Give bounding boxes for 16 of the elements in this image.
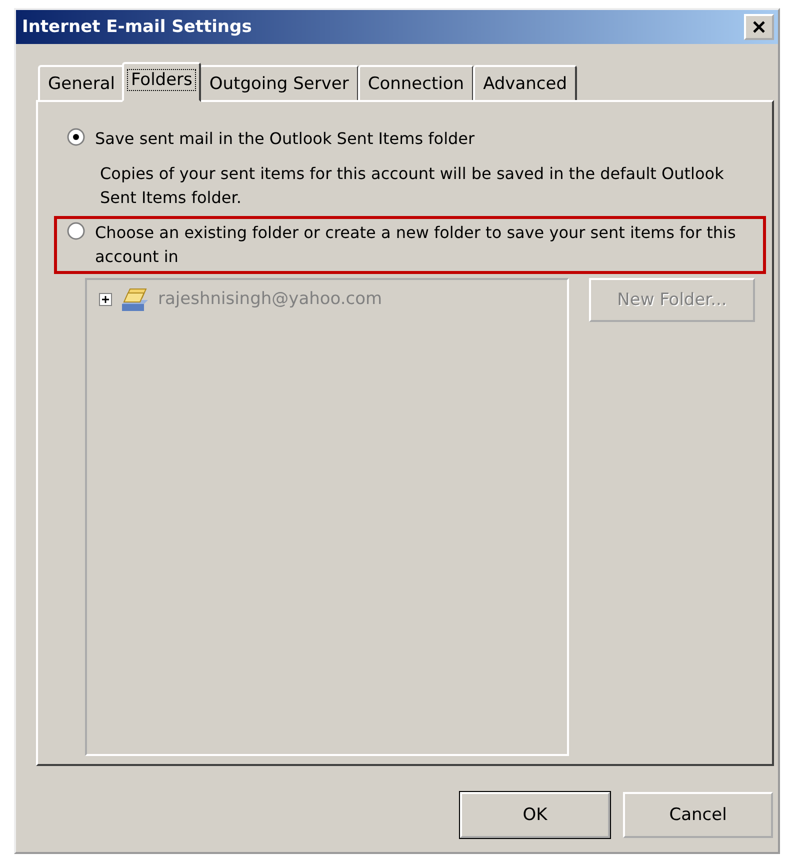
folder-stack-icon bbox=[120, 286, 150, 312]
window-title: Internet E-mail Settings bbox=[22, 17, 252, 37]
tab[interactable]: General bbox=[38, 65, 125, 102]
option-description: Copies of your sent items for this account will be saved in the default Outlook Sent Items folder. bbox=[100, 163, 725, 209]
tab[interactable]: Outgoing Server bbox=[199, 65, 359, 102]
ok-button[interactable]: OK bbox=[460, 792, 610, 838]
radio-label: Choose an existing folder or create a new folder to save your sent items for this account in bbox=[95, 222, 737, 268]
radio-label: Save sent mail in the Outlook Sent Items folder bbox=[95, 128, 476, 150]
close-button[interactable] bbox=[744, 14, 774, 40]
cancel-button[interactable]: Cancel bbox=[623, 792, 773, 838]
radio-button[interactable] bbox=[67, 222, 85, 240]
radio-button[interactable] bbox=[67, 128, 85, 146]
close-icon bbox=[752, 21, 766, 33]
tab[interactable]: Folders bbox=[122, 62, 202, 102]
tab[interactable]: Connection bbox=[358, 65, 474, 102]
tab[interactable]: Advanced bbox=[473, 65, 578, 102]
